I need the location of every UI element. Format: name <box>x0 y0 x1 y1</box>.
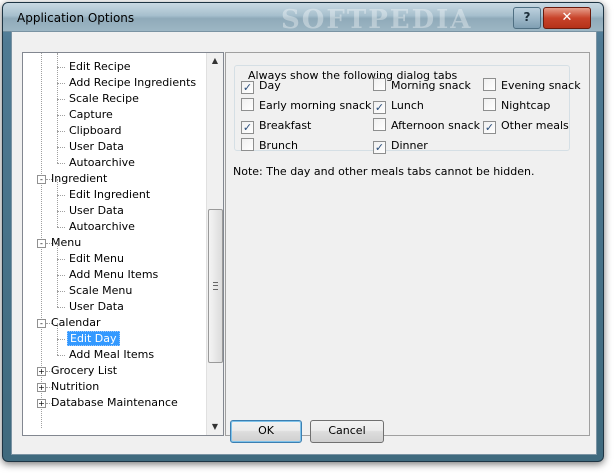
tree-item-label: Add Menu Items <box>69 268 159 281</box>
tree-item-label: User Data <box>69 204 124 217</box>
tree-item-label: Edit Day <box>67 331 120 346</box>
checkmark-icon[interactable]: ✓ <box>373 141 386 154</box>
tree-item[interactable]: Grocery List <box>49 363 119 379</box>
checkbox-label: Dinner <box>391 139 428 152</box>
expand-icon[interactable]: + <box>37 383 46 392</box>
scroll-down-arrow-icon[interactable]: ▼ <box>207 419 223 435</box>
checkmark-icon[interactable]: ✓ <box>241 81 254 94</box>
tree-item[interactable]: Scale Menu <box>67 283 134 299</box>
checkbox-brunch[interactable]: Brunch <box>241 138 298 153</box>
tree-item[interactable]: Edit Ingredient <box>67 187 152 203</box>
expand-icon[interactable]: + <box>37 367 46 376</box>
tree-item[interactable]: User Data <box>67 299 126 315</box>
tree-item-label: Capture <box>69 108 113 121</box>
checkmark-icon[interactable]: ✓ <box>373 101 386 114</box>
tree-item[interactable]: Autoarchive <box>67 155 137 171</box>
tree-item-label: Menu <box>51 236 82 249</box>
tree-item-label: Autoarchive <box>69 220 135 233</box>
tree-item-label: Grocery List <box>51 364 118 377</box>
checkbox-afternoon-snack[interactable]: Afternoon snack <box>373 118 480 133</box>
tree-item-label: Add Meal Items <box>69 348 155 361</box>
tree-item-label: Autoarchive <box>69 156 135 169</box>
checkbox-empty-icon[interactable] <box>241 138 254 151</box>
dialog-client-area: ▲ ▼ Edit Recipe Add Recipe Ingredients Sca… <box>11 31 597 455</box>
tree-item-label: Edit Recipe <box>69 60 131 73</box>
scrollbar-thumb[interactable] <box>208 209 223 363</box>
tree-item[interactable]: Database Maintenance <box>49 395 180 411</box>
title-bar[interactable]: Application Options SOFTPEDIA ? ✕ <box>3 3 603 35</box>
checkbox-nightcap[interactable]: Nightcap <box>483 98 550 113</box>
tree-item-label: User Data <box>69 140 124 153</box>
options-tree[interactable]: ▲ ▼ Edit Recipe Add Recipe Ingredients Sca… <box>22 52 224 436</box>
tree-item[interactable]: Scale Recipe <box>67 91 141 107</box>
checkbox-empty-icon[interactable] <box>373 78 386 91</box>
tree-item[interactable]: Add Meal Items <box>67 347 156 363</box>
tree-item[interactable]: User Data <box>67 139 126 155</box>
tree-item[interactable]: Add Recipe Ingredients <box>67 75 198 91</box>
tree-item-label: Database Maintenance <box>51 396 178 409</box>
checkbox-label: Brunch <box>259 139 299 152</box>
dialog-tabs-group: Always show the following dialog tabs ✓ D… <box>234 65 581 154</box>
checkbox-label: Evening snack <box>501 79 581 92</box>
tree-item-label: Ingredient <box>51 172 108 185</box>
collapse-icon[interactable]: - <box>37 175 46 184</box>
checkbox-label: Breakfast <box>259 119 312 132</box>
collapse-icon[interactable]: - <box>37 319 46 328</box>
tree-item[interactable]: Autoarchive <box>67 219 137 235</box>
checkbox-empty-icon[interactable] <box>373 118 386 131</box>
tree-item-label: Scale Menu <box>69 284 133 297</box>
tree-item[interactable]: Capture <box>67 107 115 123</box>
checkbox-evening-snack[interactable]: Evening snack <box>483 78 581 93</box>
expand-icon[interactable]: + <box>37 399 46 408</box>
checkbox-empty-icon[interactable] <box>483 78 496 91</box>
tree-item[interactable]: Nutrition <box>49 379 101 395</box>
tree-item[interactable]: Ingredient <box>49 171 109 187</box>
tree-item[interactable]: User Data <box>67 203 126 219</box>
checkbox-label: Early morning snack <box>259 99 372 112</box>
checkbox-label: Day <box>259 79 281 92</box>
tree-item[interactable]: Clipboard <box>67 123 124 139</box>
tree-item-label: User Data <box>69 300 124 313</box>
checkbox-dinner[interactable]: ✓ Dinner <box>373 138 428 154</box>
scroll-up-arrow-icon[interactable]: ▲ <box>207 53 223 69</box>
checkbox-morning-snack[interactable]: Morning snack <box>373 78 471 93</box>
checkbox-label: Morning snack <box>391 79 471 92</box>
close-button[interactable]: ✕ <box>543 7 591 29</box>
checkbox-empty-icon[interactable] <box>483 98 496 111</box>
application-options-window: Application Options SOFTPEDIA ? ✕ ▲ ▼ Ed… <box>2 2 604 462</box>
checkbox-label: Other meals <box>501 119 569 132</box>
tree-item-label: Scale Recipe <box>69 92 139 105</box>
tree-item[interactable]: Menu <box>49 235 83 251</box>
help-button[interactable]: ? <box>513 7 541 29</box>
collapse-icon[interactable]: - <box>37 239 46 248</box>
checkbox-empty-icon[interactable] <box>241 98 254 111</box>
checkbox-day[interactable]: ✓ Day <box>241 78 281 94</box>
tree-item[interactable]: Edit Day <box>67 331 120 347</box>
checkbox-other-meals[interactable]: ✓ Other meals <box>483 118 569 134</box>
tree-item[interactable]: Add Menu Items <box>67 267 160 283</box>
checkbox-lunch[interactable]: ✓ Lunch <box>373 98 424 114</box>
tree-item-label: Clipboard <box>69 124 122 137</box>
note-text: Note: The day and other meals tabs canno… <box>233 165 535 178</box>
tree-item-label: Add Recipe Ingredients <box>69 76 197 89</box>
tree-item-label: Edit Ingredient <box>69 188 151 201</box>
checkbox-label: Afternoon snack <box>391 119 480 132</box>
checkmark-icon[interactable]: ✓ <box>241 121 254 134</box>
tree-item[interactable]: Edit Menu <box>67 251 126 267</box>
checkbox-breakfast[interactable]: ✓ Breakfast <box>241 118 312 134</box>
ok-button[interactable]: OK <box>230 420 302 443</box>
cancel-button[interactable]: Cancel <box>310 420 384 443</box>
options-panel: Always show the following dialog tabs ✓ D… <box>225 52 590 436</box>
tree-item-label: Edit Menu <box>69 252 124 265</box>
tree-item[interactable]: Edit Recipe <box>67 59 133 75</box>
checkmark-icon[interactable]: ✓ <box>483 121 496 134</box>
checkbox-early-morning-snack[interactable]: Early morning snack <box>241 98 371 113</box>
checkbox-label: Nightcap <box>501 99 551 112</box>
checkbox-label: Lunch <box>391 99 424 112</box>
tree-item-label: Nutrition <box>51 380 100 393</box>
tree-scrollbar[interactable]: ▲ ▼ <box>206 53 223 435</box>
window-title: Application Options <box>17 11 135 25</box>
